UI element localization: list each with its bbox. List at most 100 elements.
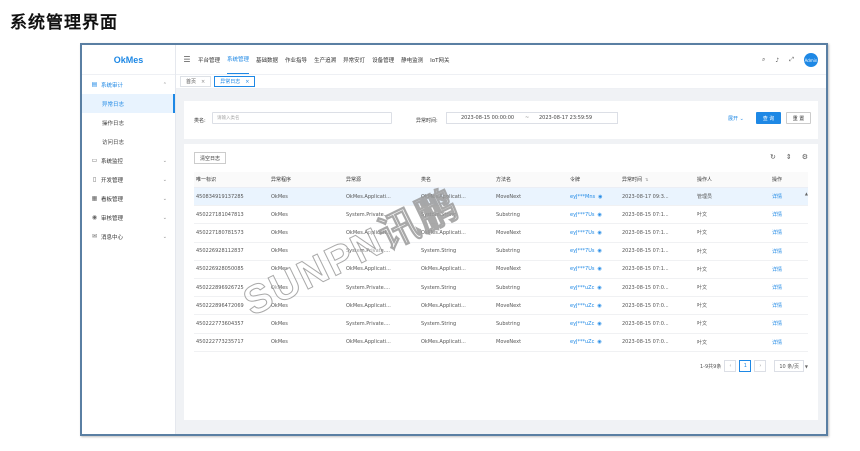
- table-row[interactable]: 450227180781573 OkMes OkMes.Applicati... Ok…: [194, 224, 808, 243]
- table-cell: 2023-08-15 07:0...: [620, 303, 695, 309]
- top-menu-item[interactable]: 设备管理: [372, 45, 394, 74]
- scroll-down-icon[interactable]: ▼: [805, 364, 808, 369]
- table-cell: 2023-08-15 07:0...: [620, 285, 695, 291]
- sidebar-subitem[interactable]: 异常日志: [82, 94, 175, 113]
- sidebar-item[interactable]: ▦ 看板管理 ⌄: [82, 189, 175, 208]
- expand-toggle[interactable]: 展开 ⌄: [728, 115, 744, 122]
- detail-link[interactable]: 详情: [772, 267, 782, 273]
- cell-value: eyJ***uZc: [570, 339, 595, 346]
- clear-log-button[interactable]: 清空日志: [194, 152, 227, 164]
- page-size-select[interactable]: 10 条/页: [774, 360, 804, 372]
- table-cell: eyJ***7Us ◉: [568, 212, 620, 218]
- table-cell[interactable]: 详情: [770, 193, 808, 200]
- table-cell: MoveNext: [494, 339, 568, 345]
- eye-icon[interactable]: ◉: [598, 194, 602, 200]
- table-cell: 2023-08-15 07:1...: [620, 248, 695, 254]
- table-cell[interactable]: 详情: [770, 266, 808, 273]
- detail-link[interactable]: 详情: [772, 285, 782, 291]
- table-row[interactable]: 450834919137285 OkMes OkMes.Applicati... Ok…: [194, 188, 808, 207]
- sidebar-item[interactable]: ▭ 系统监控 ⌄: [82, 151, 175, 170]
- eye-icon[interactable]: ◉: [597, 266, 601, 272]
- table-cell: 450226928112837: [194, 248, 269, 254]
- table-cell[interactable]: 详情: [770, 284, 808, 291]
- page-number-button[interactable]: 1: [739, 360, 752, 372]
- date-range-picker[interactable]: 2023-08-15 00:00:00 ~ 2023-08-17 23:59:5…: [446, 112, 618, 124]
- sidebar-item[interactable]: ✉ 消息中心 ⌄: [82, 227, 175, 246]
- next-page-button[interactable]: ›: [754, 360, 767, 372]
- chevron-down-icon: ⌄: [162, 233, 167, 240]
- cell-value: 叶文: [697, 212, 708, 219]
- table-cell[interactable]: 详情: [770, 248, 808, 255]
- top-menu-item[interactable]: 生产追溯: [314, 45, 336, 74]
- chevron-down-icon: ⌄: [739, 116, 744, 122]
- eye-icon[interactable]: ◉: [597, 285, 601, 291]
- eye-icon[interactable]: ◉: [597, 248, 601, 254]
- table-cell: 2023-08-15 07:1...: [620, 230, 695, 236]
- table-cell[interactable]: 详情: [770, 339, 808, 346]
- table-cell: eyJ***uZc ◉: [568, 303, 620, 309]
- table-cell[interactable]: 详情: [770, 211, 808, 218]
- fullscreen-icon[interactable]: ⤢: [789, 56, 794, 64]
- scroll-up-icon[interactable]: ▲: [805, 191, 808, 196]
- sort-icon[interactable]: ⇅: [645, 177, 648, 182]
- refresh-icon[interactable]: ↻: [770, 153, 776, 161]
- eye-icon[interactable]: ◉: [597, 230, 601, 236]
- top-menu-item[interactable]: 作业指导: [285, 45, 307, 74]
- top-menu-item[interactable]: IoT网关: [430, 45, 449, 74]
- eye-icon[interactable]: ◉: [597, 339, 601, 345]
- top-menu-item[interactable]: 基础数据: [256, 45, 278, 74]
- table-row[interactable]: 450222773235717 OkMes OkMes.Applicati... Ok…: [194, 334, 808, 352]
- table-row[interactable]: 450227181047813 OkMes System.Private.... Sy…: [194, 206, 808, 225]
- sidebar-subitem[interactable]: 访问日志: [82, 132, 175, 151]
- sidebar-subitem[interactable]: 操作日志: [82, 113, 175, 132]
- table-cell: Substring: [494, 285, 568, 291]
- column-height-icon[interactable]: ⇕: [786, 153, 792, 161]
- query-button[interactable]: 查 询: [756, 112, 781, 124]
- table-header-cell: 异常源: [344, 176, 419, 183]
- cell-value: 叶文: [697, 248, 708, 255]
- reset-button[interactable]: 重 置: [786, 112, 811, 124]
- table-cell: 450227181047813: [194, 212, 269, 218]
- cell-value: Substring: [496, 211, 520, 218]
- top-menu-item[interactable]: 系统管理: [227, 45, 250, 74]
- table-cell[interactable]: 详情: [770, 229, 808, 236]
- detail-link[interactable]: 详情: [772, 249, 782, 255]
- detail-link[interactable]: 详情: [772, 340, 782, 346]
- table-cell: Substring: [494, 248, 568, 254]
- cell-value: OkMes: [271, 339, 288, 346]
- detail-link[interactable]: 详情: [772, 212, 782, 218]
- eye-icon[interactable]: ◉: [597, 212, 601, 218]
- prev-page-button[interactable]: ‹: [724, 360, 737, 372]
- page-tab[interactable]: 首页 ×: [180, 76, 212, 87]
- eye-icon[interactable]: ◉: [597, 303, 601, 309]
- file-icon: ▯: [92, 176, 97, 183]
- settings-icon[interactable]: ⚙: [802, 153, 808, 161]
- chevron-down-icon: ⌄: [162, 157, 167, 164]
- sidebar-item[interactable]: ▯ 开发管理 ⌄: [82, 170, 175, 189]
- sidebar-item[interactable]: ◉ 审核管理 ⌄: [82, 208, 175, 227]
- sidebar-item[interactable]: ▤ 系统审计 ⌃: [82, 75, 175, 94]
- top-menu-item[interactable]: 平台管理: [198, 45, 220, 74]
- menu-toggle-icon[interactable]: ☰: [176, 55, 198, 64]
- cell-value: eyJ***uZc: [570, 284, 595, 291]
- avatar[interactable]: Admin: [804, 53, 818, 67]
- detail-link[interactable]: 详情: [772, 230, 782, 236]
- bell-icon[interactable]: ♪: [775, 57, 779, 64]
- table-cell[interactable]: 详情: [770, 302, 808, 309]
- table-row[interactable]: 450222773604357 OkMes System.Private.... Sy…: [194, 315, 808, 334]
- detail-link[interactable]: 详情: [772, 303, 782, 309]
- top-menu-item[interactable]: 异常安灯: [343, 45, 365, 74]
- cell-value: eyJ***uZc: [570, 302, 595, 309]
- search-icon[interactable]: ⌕: [762, 56, 765, 64]
- top-menu-item[interactable]: 静电监测: [401, 45, 423, 74]
- detail-link[interactable]: 详情: [772, 194, 782, 200]
- table-cell[interactable]: 详情: [770, 320, 808, 327]
- close-icon[interactable]: ×: [201, 79, 205, 85]
- class-name-input[interactable]: 请输入类名: [212, 112, 392, 124]
- detail-link[interactable]: 详情: [772, 321, 782, 327]
- page-tab[interactable]: 异常日志 ×: [214, 76, 256, 87]
- eye-icon[interactable]: ◉: [597, 321, 601, 327]
- cell-value: eyJ***7Us: [570, 266, 595, 273]
- close-icon[interactable]: ×: [245, 79, 249, 85]
- header-label: 异常时间: [622, 177, 643, 183]
